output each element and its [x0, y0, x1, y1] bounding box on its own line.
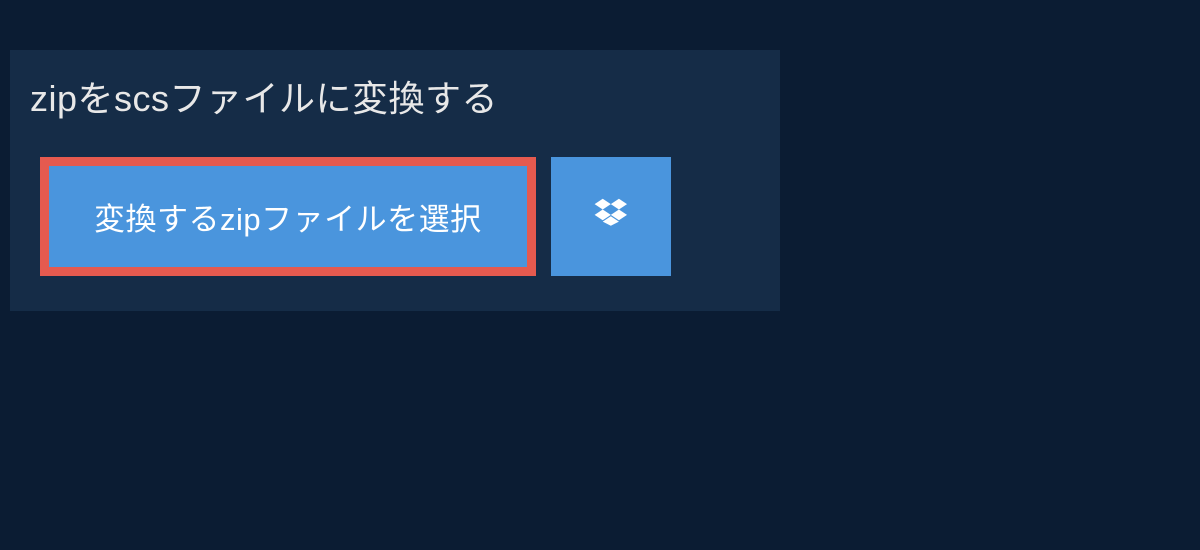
button-row: 変換するzipファイルを選択 [10, 157, 780, 276]
dropbox-icon [593, 196, 629, 237]
page-title: zipをscsファイルに変換する [30, 70, 498, 122]
select-file-label: 変換するzipファイルを選択 [94, 194, 482, 239]
dropbox-button[interactable] [551, 157, 671, 276]
select-file-button[interactable]: 変換するzipファイルを選択 [40, 157, 536, 276]
converter-panel: zipをscsファイルに変換する 変換するzipファイルを選択 [10, 50, 780, 311]
heading-container: zipをscsファイルに変換する [10, 50, 528, 157]
